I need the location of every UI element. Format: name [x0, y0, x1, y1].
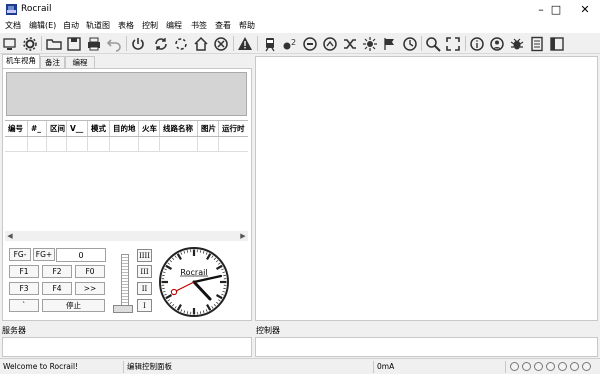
- more-functions-button[interactable]: >>: [75, 282, 105, 295]
- col-address[interactable]: #_: [28, 121, 47, 136]
- menu-view[interactable]: 查看: [215, 20, 231, 31]
- document-icon[interactable]: [527, 34, 546, 53]
- scroll-left-icon[interactable]: ◀: [5, 231, 15, 241]
- status-panel: 编辑控制面板: [124, 361, 374, 373]
- fg-plus-button[interactable]: FG+: [33, 248, 55, 261]
- zoom-icon[interactable]: [423, 34, 442, 53]
- status-led: [534, 362, 543, 371]
- col-runtime[interactable]: 运行时: [219, 121, 248, 136]
- speed-slider-thumb[interactable]: [113, 305, 133, 313]
- direction-button[interactable]: `: [9, 299, 39, 312]
- col-mode[interactable]: 模式: [88, 121, 110, 136]
- status-message: Welcome to Rocrail!: [0, 361, 124, 373]
- status-led: [510, 362, 519, 371]
- loco-number-icon[interactable]: 2: [280, 34, 299, 53]
- menu-auto[interactable]: 自动: [63, 20, 79, 31]
- status-current: 0mA: [374, 361, 506, 373]
- menu-control[interactable]: 控制: [142, 20, 158, 31]
- connect-icon[interactable]: [151, 34, 170, 53]
- info-icon[interactable]: [467, 34, 486, 53]
- col-block[interactable]: 区间: [47, 121, 67, 136]
- speed-slider[interactable]: [121, 254, 129, 310]
- bug-icon[interactable]: [507, 34, 526, 53]
- gear-2-button[interactable]: II: [137, 282, 152, 295]
- menu-bar: 文档 编辑(E) 自动 轨道图 表格 控制 编程 书签 查看 帮助: [0, 19, 600, 33]
- gear-1-button[interactable]: I: [137, 299, 152, 312]
- stop-button[interactable]: 停止: [42, 299, 105, 312]
- clock-icon[interactable]: [400, 34, 419, 53]
- horizontal-scrollbar[interactable]: ◀ ▶: [5, 231, 248, 241]
- open-folder-icon[interactable]: [44, 34, 63, 53]
- f4-button[interactable]: F4: [42, 282, 72, 295]
- status-led: [570, 362, 579, 371]
- menu-track-plan[interactable]: 轨道图: [86, 20, 110, 31]
- emergency-stop-icon[interactable]: [211, 34, 230, 53]
- sidebar-icon[interactable]: [547, 34, 566, 53]
- window-title: Rocrail: [21, 4, 52, 14]
- fullscreen-icon[interactable]: [443, 34, 462, 53]
- home-icon[interactable]: [191, 34, 210, 53]
- col-id[interactable]: 编号: [5, 121, 28, 136]
- toolbar: 2: [0, 33, 600, 54]
- status-led: [522, 362, 531, 371]
- scroll-right-icon[interactable]: ▶: [238, 231, 248, 241]
- train-icon[interactable]: [260, 34, 279, 53]
- speed-display: 0: [56, 248, 106, 262]
- disconnect-icon[interactable]: [171, 34, 190, 53]
- f3-button[interactable]: F3: [9, 282, 39, 295]
- loco-image: [6, 72, 247, 116]
- flags-icon[interactable]: [380, 34, 399, 53]
- menu-edit[interactable]: 编辑(E): [29, 20, 56, 31]
- menu-bookmarks[interactable]: 书签: [191, 20, 207, 31]
- speed-gauge-icon[interactable]: [300, 34, 319, 53]
- controller-log[interactable]: [255, 337, 598, 357]
- title-bar: Rocrail – □ ✕: [0, 0, 600, 19]
- light-icon[interactable]: [360, 34, 379, 53]
- fg-minus-button[interactable]: FG-: [9, 248, 31, 261]
- rocrail-app-icon: [6, 4, 17, 15]
- power-icon[interactable]: [128, 34, 147, 53]
- menu-help[interactable]: 帮助: [239, 20, 255, 31]
- f1-button[interactable]: F1: [9, 265, 39, 278]
- save-icon[interactable]: [64, 34, 83, 53]
- f2-button[interactable]: F2: [42, 265, 72, 278]
- print-icon[interactable]: [84, 34, 103, 53]
- system-info-icon[interactable]: [1, 34, 20, 53]
- loco-table-header: 编号 #_ 区间 V__ 模式 目的地 火车 线路名称 图片 运行时: [5, 120, 248, 137]
- controller-label: 控制器: [256, 326, 280, 335]
- server-label: 服务器: [2, 326, 26, 335]
- station-clock: Rocrail: [159, 247, 229, 317]
- shuffle-icon[interactable]: [340, 34, 359, 53]
- svg-text:2: 2: [291, 38, 296, 47]
- col-train[interactable]: 火车: [139, 121, 160, 136]
- status-led: [558, 362, 567, 371]
- close-button[interactable]: ✕: [570, 0, 600, 19]
- menu-file[interactable]: 文档: [5, 20, 21, 31]
- col-route-name[interactable]: 线路名称: [160, 121, 198, 136]
- col-destination[interactable]: 目的地: [110, 121, 139, 136]
- table-row[interactable]: [5, 137, 248, 152]
- gear-3-button[interactable]: III: [137, 265, 152, 278]
- col-speed[interactable]: V__: [67, 121, 88, 136]
- warning-icon[interactable]: [235, 34, 254, 53]
- status-led: [546, 362, 555, 371]
- status-bar: Welcome to Rocrail! 编辑控制面板 0mA: [0, 358, 600, 374]
- tab-loco-view[interactable]: 机车视角: [2, 54, 40, 69]
- menu-tables[interactable]: 表格: [118, 20, 134, 31]
- server-log[interactable]: [2, 337, 252, 357]
- status-led: [582, 362, 591, 371]
- settings-icon[interactable]: [20, 34, 39, 53]
- user-icon[interactable]: [487, 34, 506, 53]
- undo-icon[interactable]: [104, 34, 123, 53]
- track-plan-panel[interactable]: [255, 56, 598, 321]
- turnout-icon[interactable]: [320, 34, 339, 53]
- maximize-button[interactable]: □: [541, 0, 571, 19]
- menu-program[interactable]: 编程: [166, 20, 182, 31]
- gear-4-button[interactable]: IIII: [137, 249, 152, 262]
- f0-button[interactable]: F0: [75, 265, 105, 278]
- clock-brand: Rocrail: [180, 268, 207, 277]
- col-image[interactable]: 图片: [198, 121, 219, 136]
